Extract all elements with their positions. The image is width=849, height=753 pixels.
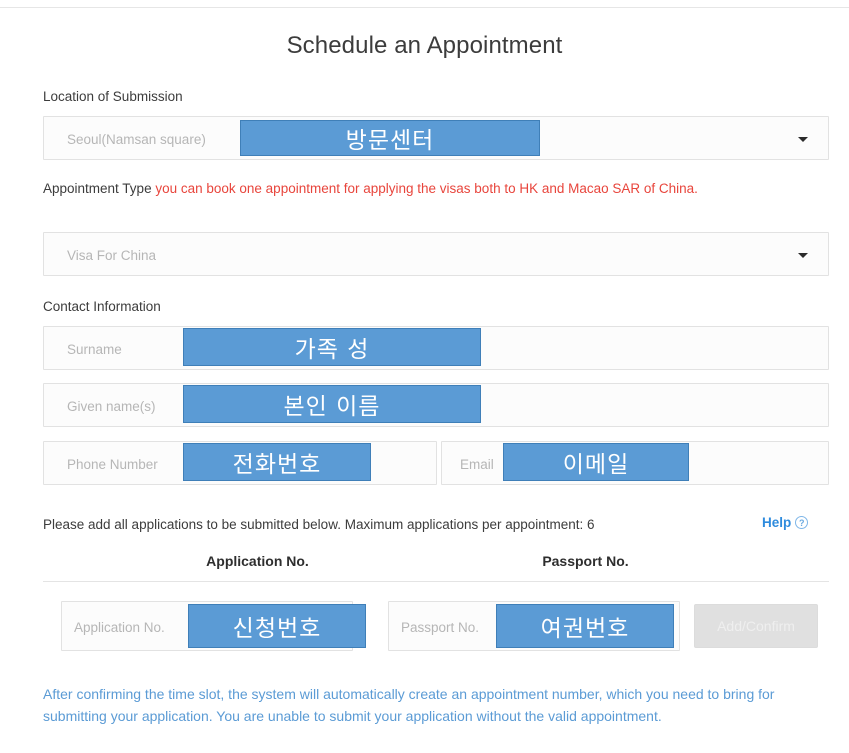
given-names-placeholder: Given name(s) (67, 399, 156, 414)
add-confirm-button[interactable]: Add/Confirm (694, 604, 818, 648)
location-select-value: Seoul(Namsan square) (67, 132, 206, 147)
annotation-phone-number-overlay: 전화번호 (183, 443, 371, 481)
annotation-location-overlay: 방문센터 (240, 120, 540, 156)
passport-no-placeholder: Passport No. (401, 620, 480, 635)
location-of-submission-label: Location of Submission (43, 89, 183, 104)
help-link-label: Help (762, 515, 792, 530)
appointment-type-label: Appointment Type you can book one appoin… (43, 180, 833, 198)
appointment-type-hint: you can book one appointment for applyin… (155, 181, 698, 196)
column-header-passport-no: Passport No. (542, 553, 629, 569)
top-divider (0, 7, 849, 8)
annotation-application-no-overlay: 신청번호 (188, 604, 366, 648)
email-placeholder: Email (460, 457, 494, 472)
annotation-email-overlay: 이메일 (503, 443, 689, 481)
table-divider (43, 581, 829, 582)
chevron-down-icon[interactable] (798, 137, 808, 142)
help-link[interactable]: Help ? (762, 515, 809, 530)
surname-placeholder: Surname (67, 342, 122, 357)
appointment-type-select[interactable]: Visa For China (43, 232, 829, 276)
chevron-down-icon[interactable] (798, 253, 808, 258)
question-circle-icon[interactable]: ? (795, 516, 809, 529)
appointment-type-label-text: Appointment Type (43, 181, 152, 196)
annotation-surname-overlay: 가족 성 (183, 328, 481, 366)
application-no-placeholder: Application No. (74, 620, 165, 635)
annotation-passport-no-overlay: 여권번호 (496, 604, 674, 648)
appointment-form-page: Schedule an Appointment Location of Subm… (0, 0, 849, 753)
applications-instruction: Please add all applications to be submit… (43, 517, 595, 532)
annotation-given-names-overlay: 본인 이름 (183, 385, 481, 423)
appointment-type-select-value: Visa For China (67, 248, 157, 263)
phone-number-placeholder: Phone Number (67, 457, 158, 472)
column-header-application-no: Application No. (206, 553, 309, 569)
footer-notice: After confirming the time slot, the syst… (43, 686, 775, 724)
contact-information-label: Contact Information (43, 299, 161, 314)
page-title: Schedule an Appointment (286, 32, 563, 59)
